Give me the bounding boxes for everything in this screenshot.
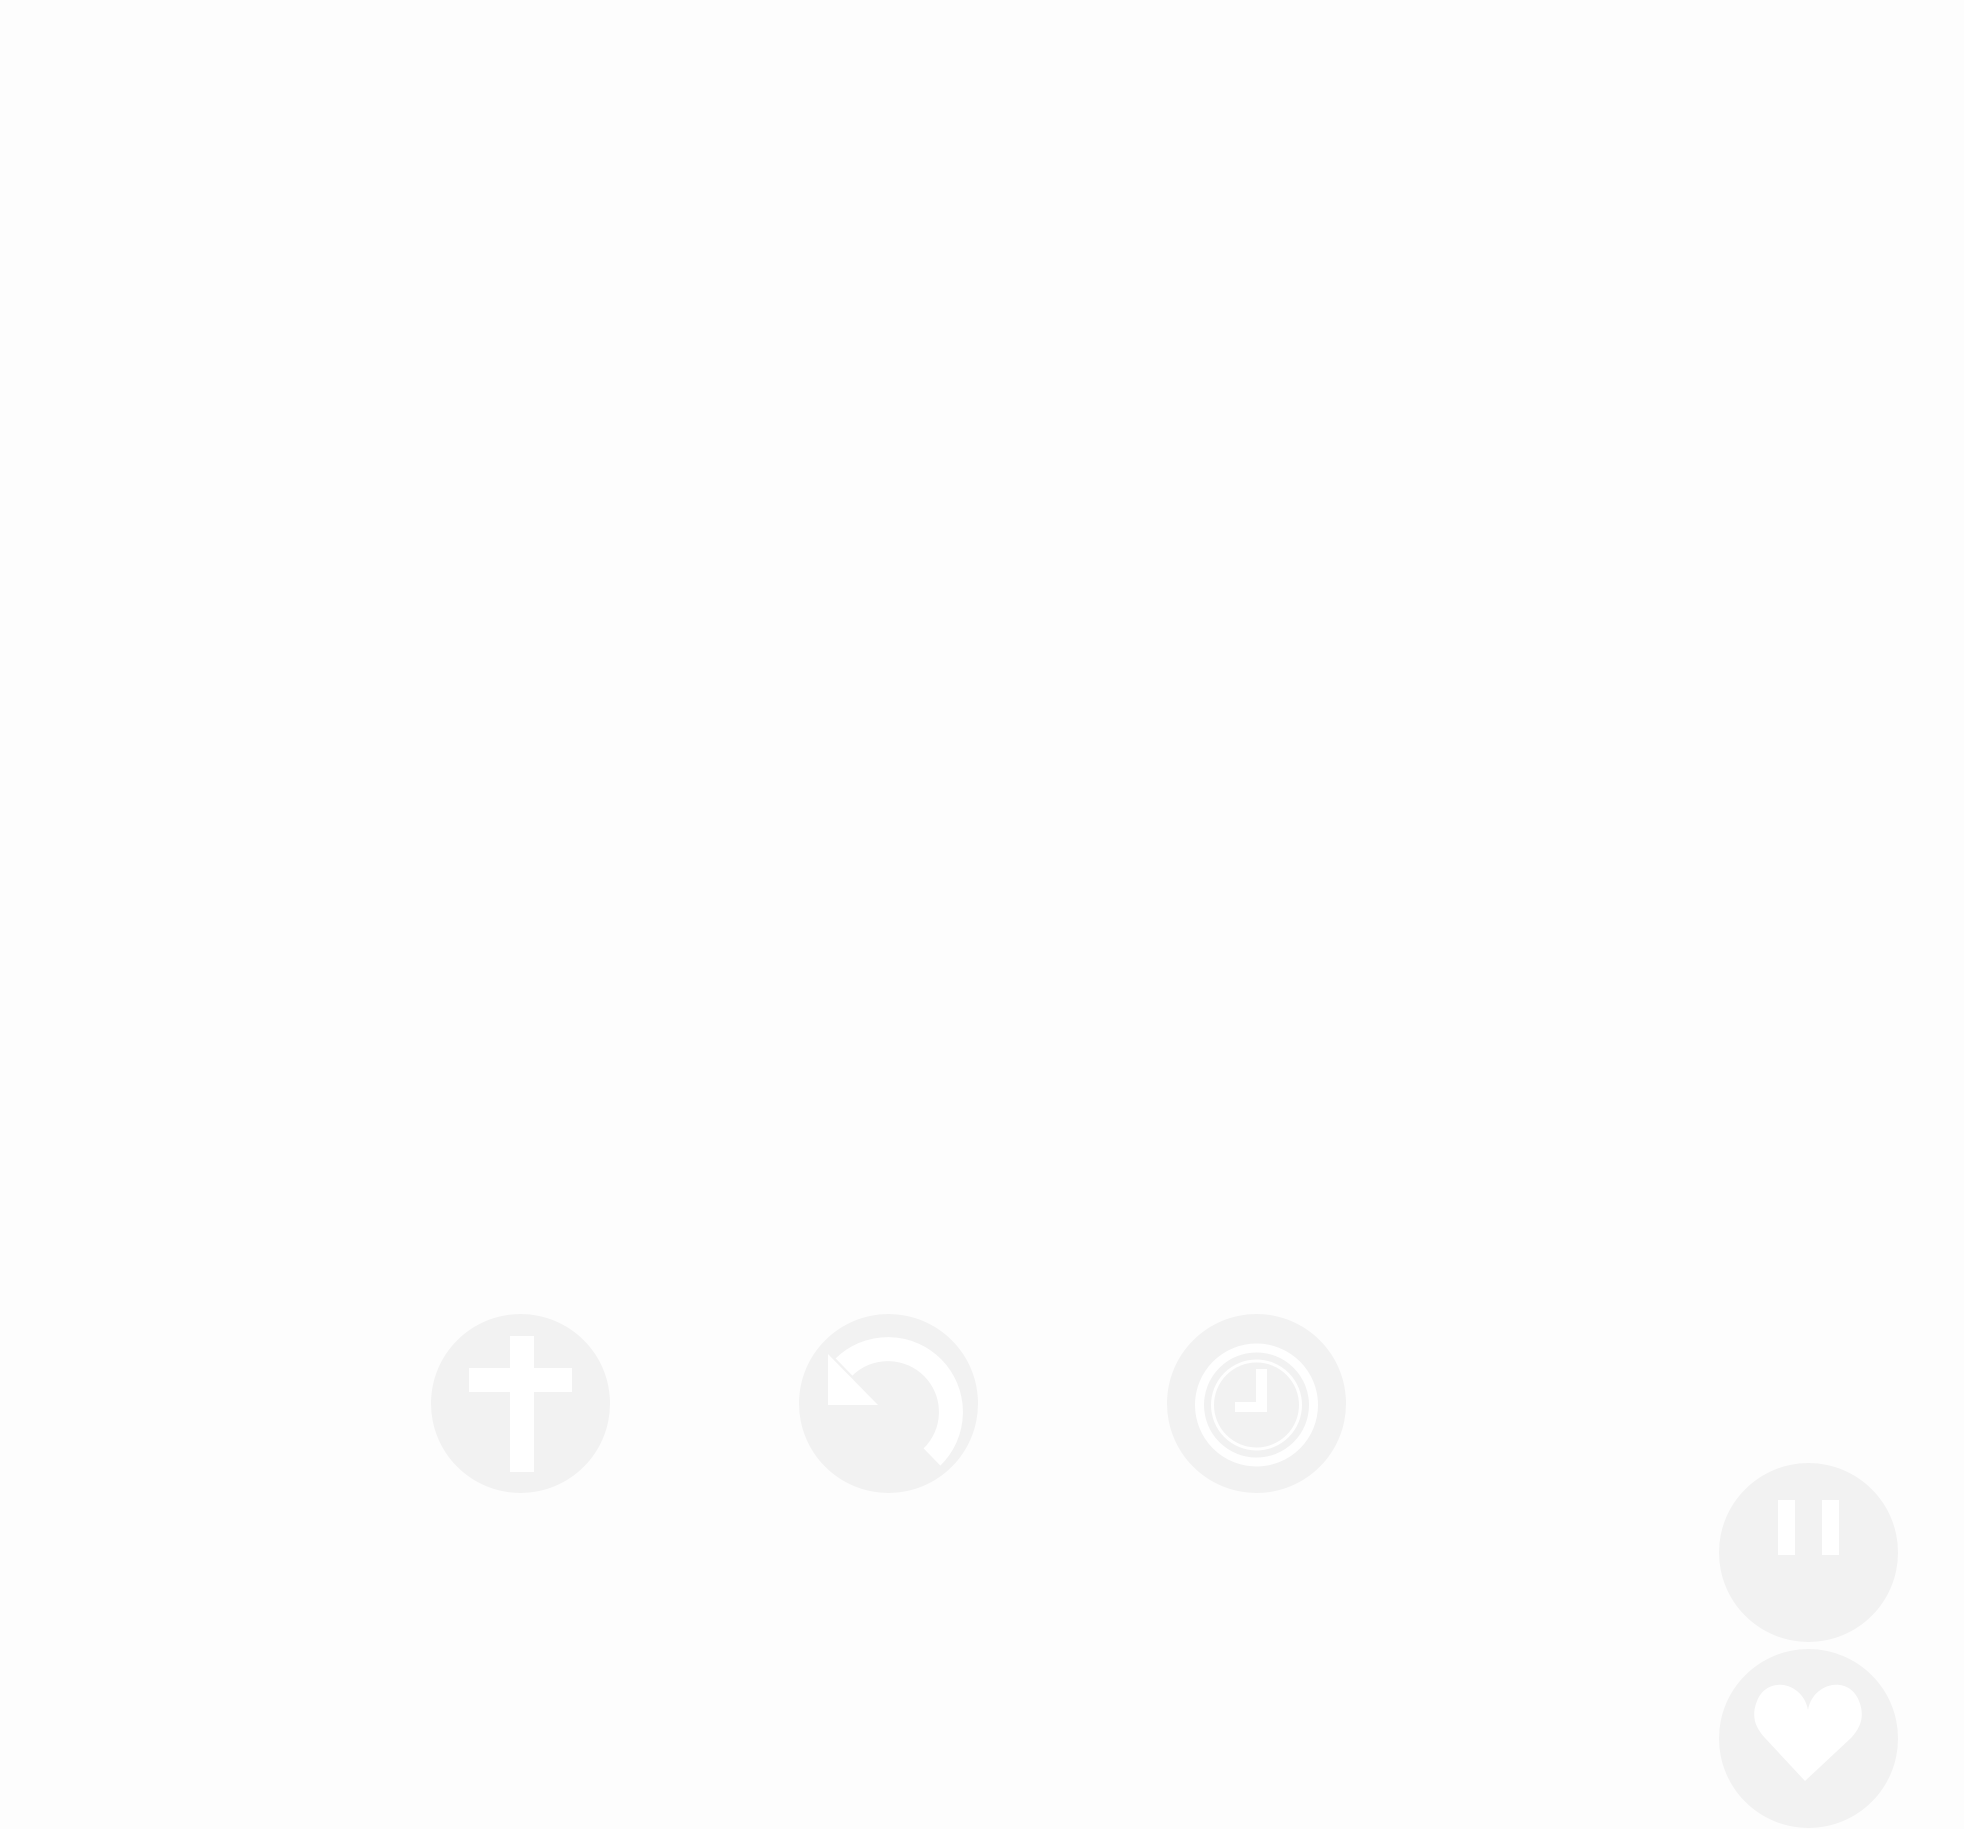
undo-button[interactable] — [799, 1314, 978, 1493]
add-button[interactable] — [431, 1314, 610, 1493]
app-canvas — [0, 0, 1964, 1829]
pause-icon — [1778, 1500, 1839, 1555]
pause-button[interactable] — [1719, 1463, 1898, 1642]
undo-icon — [828, 1337, 963, 1466]
like-button[interactable] — [1719, 1649, 1898, 1828]
heart-icon — [1754, 1684, 1862, 1781]
clock-icon — [1195, 1343, 1318, 1467]
plus-icon — [469, 1336, 572, 1472]
timer-button[interactable] — [1167, 1314, 1346, 1493]
